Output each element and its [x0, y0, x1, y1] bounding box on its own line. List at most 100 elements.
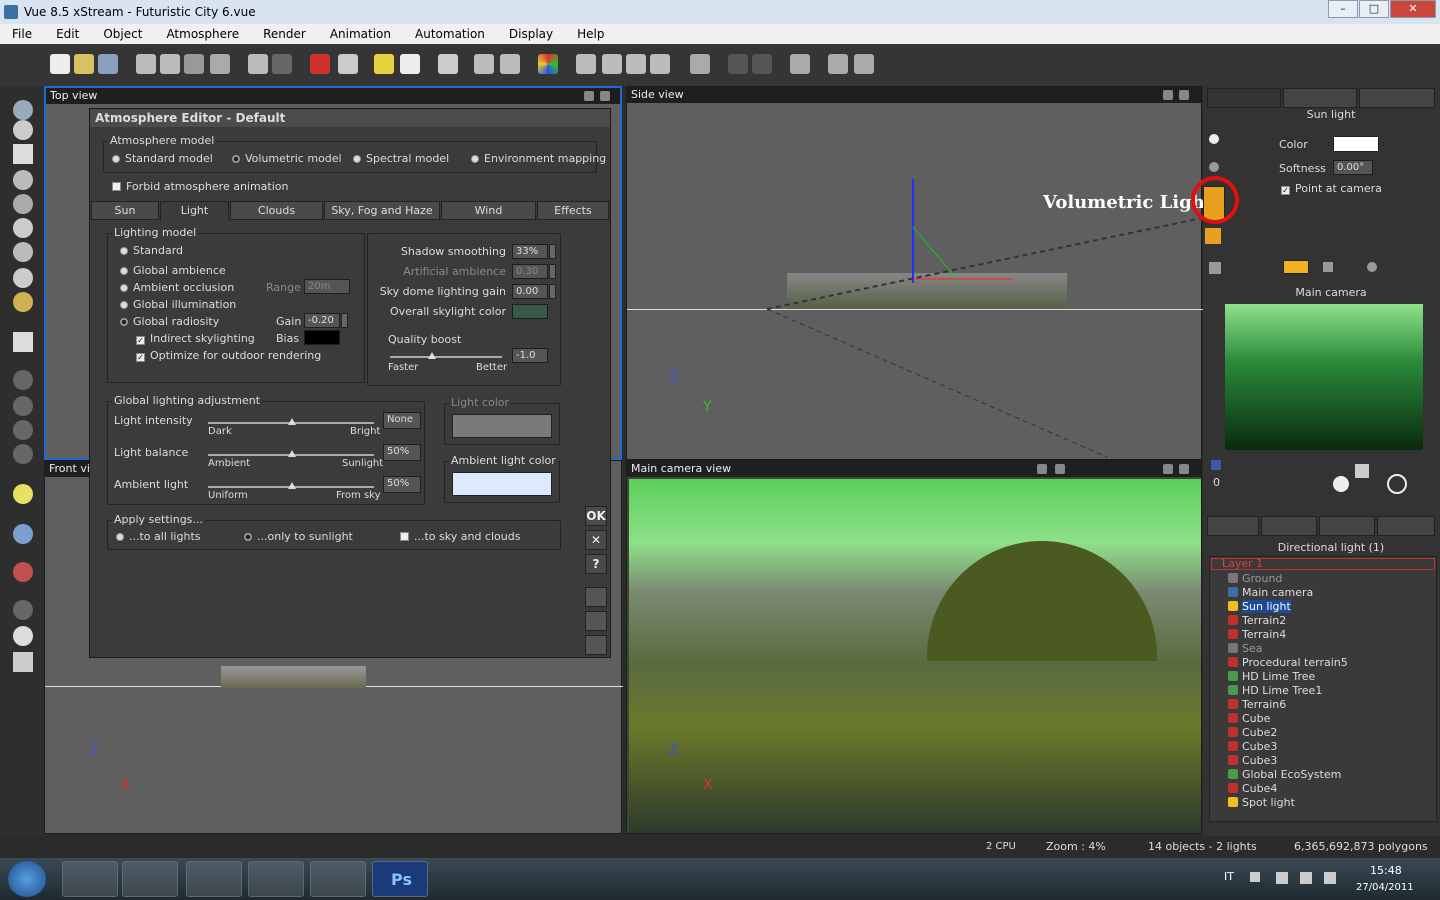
volume-icon[interactable] — [1324, 872, 1336, 884]
tab-material[interactable] — [1359, 88, 1435, 108]
network-icon[interactable] — [1300, 872, 1312, 884]
tree-item[interactable]: Cube3 — [1242, 740, 1277, 753]
flag-icon[interactable] — [1276, 872, 1288, 884]
maximize-view-icon[interactable] — [584, 91, 594, 101]
light-color-swatch[interactable] — [452, 414, 552, 438]
camera-viewport[interactable]: Main camera view Z X — [626, 460, 1202, 834]
layer-row[interactable]: Layer 1 — [1211, 558, 1435, 570]
indirect-skylighting-checkbox[interactable]: ✓ Indirect skylighting — [136, 332, 255, 345]
tab-light-properties[interactable] — [1207, 88, 1281, 108]
messenger-taskbar-icon[interactable] — [248, 861, 304, 897]
radio-volumetric-model[interactable]: Volumetric model — [232, 152, 342, 165]
radio-only-sunlight[interactable]: ...only to sunlight — [244, 530, 353, 543]
tree-item[interactable]: Terrain6 — [1242, 698, 1286, 711]
sphere-icon[interactable] — [13, 120, 33, 140]
tab-transform[interactable] — [1283, 88, 1357, 108]
zoom-in-icon[interactable] — [626, 54, 646, 74]
hand-pan-icon[interactable] — [1333, 476, 1349, 492]
gain-spinner[interactable] — [341, 313, 348, 328]
clouds-icon[interactable] — [400, 54, 420, 74]
rock-icon[interactable] — [13, 242, 33, 262]
quality-slider-knob[interactable] — [428, 352, 436, 359]
zoom-out-icon[interactable] — [650, 54, 670, 74]
shadow-spinner[interactable] — [549, 244, 556, 259]
redo-icon[interactable] — [272, 54, 292, 74]
menu-file[interactable]: File — [0, 27, 44, 41]
artificial-ambience-field[interactable]: 0.30 — [512, 264, 548, 279]
tree-item[interactable]: Procedural terrain5 — [1242, 656, 1348, 669]
ambient-field[interactable]: 50% — [383, 476, 421, 493]
load-preset-icon[interactable] — [585, 611, 607, 631]
radio-global-illumination[interactable]: Global illumination — [120, 298, 236, 311]
new-file-icon[interactable] — [50, 54, 70, 74]
paste-icon[interactable] — [184, 54, 204, 74]
select-tool-icon[interactable] — [13, 100, 33, 120]
camera-tool-icon[interactable] — [1037, 464, 1047, 474]
radio-global-radiosity[interactable]: Global radiosity — [120, 315, 219, 328]
show-hidden-icons-icon[interactable] — [1250, 872, 1260, 882]
maximize-view-icon[interactable] — [1163, 464, 1173, 474]
shadow-smoothing-field[interactable]: 33% — [512, 244, 548, 259]
quality-boost-field[interactable]: -1.0 — [512, 348, 548, 363]
distribute-icon[interactable] — [752, 54, 772, 74]
orbit-icon[interactable] — [1387, 474, 1407, 494]
tree-item[interactable]: Main camera — [1242, 586, 1313, 599]
tab-materials[interactable] — [1261, 516, 1317, 536]
minimize-button[interactable]: – — [1328, 0, 1358, 18]
tree-item[interactable]: Spot light — [1242, 796, 1295, 809]
softness-field[interactable]: 0.00° — [1333, 160, 1373, 175]
save-icon[interactable] — [98, 54, 118, 74]
ok-button[interactable]: OK — [585, 506, 607, 526]
atom-icon[interactable] — [13, 524, 33, 544]
tree-item[interactable]: Sea — [1242, 642, 1263, 655]
camera-preview[interactable] — [1225, 304, 1423, 450]
lightbulb-icon[interactable] — [1367, 262, 1377, 272]
cut-icon[interactable] — [136, 54, 156, 74]
radio-spectral-model[interactable]: Spectral model — [353, 152, 449, 165]
sky-dome-gain-field[interactable]: 0.00 — [512, 284, 548, 299]
link-icon[interactable] — [1209, 262, 1221, 274]
tab-wind[interactable]: Wind — [441, 201, 536, 220]
cube-icon[interactable] — [13, 332, 33, 352]
copy-icon[interactable] — [160, 54, 180, 74]
tree-item[interactable]: HD Lime Tree1 — [1242, 684, 1322, 697]
menu-object[interactable]: Object — [91, 27, 154, 41]
text-icon[interactable] — [13, 144, 33, 164]
magnify-object-icon[interactable] — [500, 54, 520, 74]
tree-item[interactable]: Terrain4 — [1242, 628, 1286, 641]
camera-zoom-icon[interactable] — [1055, 464, 1065, 474]
tab-light[interactable]: Light — [160, 201, 229, 221]
menu-automation[interactable]: Automation — [403, 27, 497, 41]
tab-library[interactable] — [1319, 516, 1375, 536]
skylight-color-swatch[interactable] — [512, 304, 548, 319]
tree-item[interactable]: Cube4 — [1242, 782, 1277, 795]
view-options-icon[interactable] — [600, 91, 610, 101]
intensity-field[interactable]: None — [383, 412, 421, 429]
tree-item[interactable]: Cube3 — [1242, 754, 1277, 767]
tab-links[interactable] — [1377, 516, 1435, 536]
ambient-slider-knob[interactable] — [288, 482, 296, 489]
tree-item[interactable]: Terrain2 — [1242, 614, 1286, 627]
align-icon[interactable] — [728, 54, 748, 74]
dolly-icon[interactable] — [1355, 464, 1369, 478]
cancel-button[interactable]: ✕ — [585, 530, 607, 550]
sun-color-swatch[interactable] — [1333, 136, 1379, 152]
menu-display[interactable]: Display — [497, 27, 565, 41]
intensity-slider-knob[interactable] — [288, 418, 296, 425]
tree-item[interactable]: Sun light — [1242, 600, 1291, 613]
tree-icon[interactable] — [474, 54, 494, 74]
notes-taskbar-icon[interactable] — [310, 861, 366, 897]
balance-slider-knob[interactable] — [288, 450, 296, 457]
maximize-button[interactable]: □ — [1359, 0, 1389, 18]
sun-cloud-icon[interactable] — [374, 54, 394, 74]
range-field[interactable]: 20m — [304, 279, 350, 294]
menu-render[interactable]: Render — [251, 27, 318, 41]
tree-item[interactable]: Cube — [1242, 712, 1270, 725]
sky-dome-spinner[interactable] — [549, 284, 556, 299]
light-shade-icon[interactable] — [1209, 162, 1219, 172]
radio-standard[interactable]: Standard — [120, 244, 183, 257]
radio-global-ambience[interactable]: Global ambience — [120, 264, 226, 277]
menu-help[interactable]: Help — [565, 27, 616, 41]
tab-objects[interactable] — [1207, 516, 1259, 536]
render-area-icon[interactable] — [828, 54, 848, 74]
